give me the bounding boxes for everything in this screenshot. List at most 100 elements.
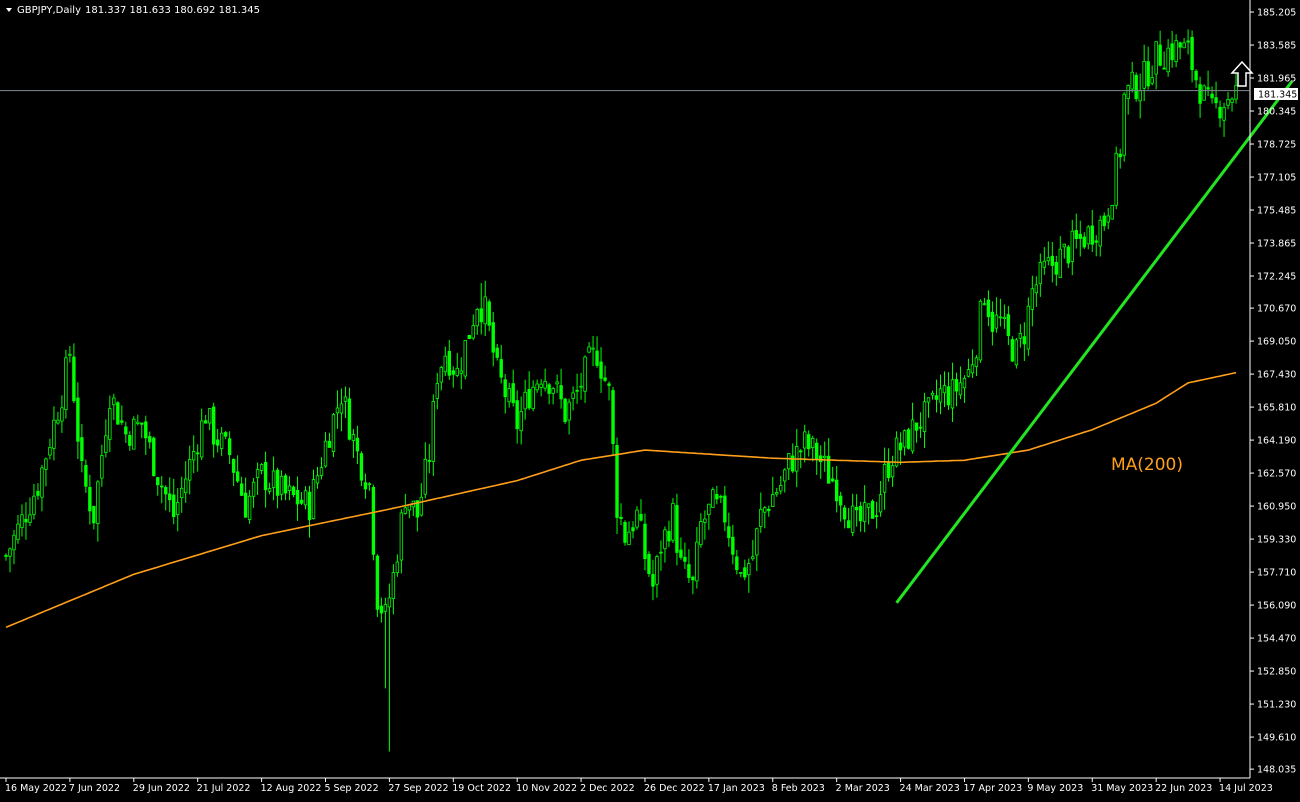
candle-body xyxy=(563,398,567,423)
candle-body xyxy=(663,529,667,550)
candle-body xyxy=(946,386,951,406)
candle-body xyxy=(1014,339,1019,366)
candle-body xyxy=(994,314,999,329)
candle-body xyxy=(355,437,360,452)
candle-body xyxy=(1026,305,1031,350)
candle-body xyxy=(755,528,759,556)
candle-body xyxy=(954,378,959,392)
candle-body xyxy=(1210,93,1214,99)
candle-body xyxy=(1146,61,1150,87)
candle-body xyxy=(463,340,467,377)
candle-body xyxy=(571,392,575,399)
candle-body xyxy=(1126,85,1130,99)
candle-body xyxy=(88,486,92,512)
candle-body xyxy=(822,455,827,459)
candle-body xyxy=(818,455,823,463)
chart-window[interactable]: 185.205 183.585 181.965 180.345 178.725 177.1… xyxy=(0,0,1300,798)
y-tick-label: 185.205 xyxy=(1257,8,1296,19)
candle-body xyxy=(547,384,551,394)
candle-body xyxy=(1198,84,1202,104)
candle-body xyxy=(327,440,332,448)
candle-body xyxy=(311,479,316,519)
candle-body xyxy=(227,438,232,456)
candle-body xyxy=(239,483,244,496)
candle-body xyxy=(719,495,723,498)
candle-body xyxy=(990,311,995,332)
candle-body xyxy=(231,459,236,473)
candle-body xyxy=(647,553,651,574)
candle-body xyxy=(387,597,392,608)
candle-body xyxy=(60,407,64,422)
candle-body xyxy=(379,605,384,614)
candle-body xyxy=(28,514,32,523)
candle-body xyxy=(275,469,280,496)
candle-body xyxy=(1046,257,1051,262)
candle-body xyxy=(1002,316,1007,319)
candle-body xyxy=(160,485,164,488)
candle-body xyxy=(1162,67,1166,70)
candle-body xyxy=(611,390,615,444)
candle-body xyxy=(335,407,340,414)
candle-body xyxy=(479,308,483,323)
current-price-text: 181.345 xyxy=(1258,90,1297,101)
y-tick-label: 149.610 xyxy=(1257,733,1296,744)
candle-body xyxy=(555,381,559,385)
candle-body xyxy=(359,453,364,481)
candle-body xyxy=(1166,47,1170,73)
candle-body xyxy=(40,467,44,498)
candle-body xyxy=(978,300,983,361)
candle-body xyxy=(395,561,400,574)
candle-body xyxy=(44,458,48,470)
candle-body xyxy=(451,370,455,375)
y-tick-label: 151.230 xyxy=(1257,700,1296,711)
y-tick-label: 170.670 xyxy=(1257,304,1296,315)
y-tick-label: 156.090 xyxy=(1257,601,1296,612)
candle-body xyxy=(930,392,935,396)
candle-body xyxy=(691,576,695,581)
candle-body xyxy=(767,508,771,512)
candle-body xyxy=(906,429,911,449)
candle-body xyxy=(707,503,711,516)
candle-body xyxy=(124,426,128,435)
candle-body xyxy=(982,303,987,306)
candle-body xyxy=(24,518,28,523)
candle-body xyxy=(315,475,320,484)
x-tick-label: 21 Jul 2022 xyxy=(197,783,251,794)
y-tick-label: 172.245 xyxy=(1257,272,1296,283)
candle-body xyxy=(850,505,855,533)
candle-body xyxy=(763,507,767,513)
candle-body xyxy=(715,494,719,500)
candle-body xyxy=(659,551,663,554)
x-tick-label: 12 Aug 2022 xyxy=(261,783,322,794)
candle-body xyxy=(431,401,436,462)
candle-body xyxy=(72,356,76,402)
candle-body xyxy=(1218,106,1222,119)
candle-body xyxy=(243,492,248,518)
candle-body xyxy=(1142,61,1146,89)
x-tick-label: 17 Apr 2023 xyxy=(963,783,1022,794)
candle-body xyxy=(1082,236,1086,248)
x-tick-label: 29 Jun 2022 xyxy=(133,783,190,794)
candle-body xyxy=(503,379,507,398)
candle-body xyxy=(579,385,583,388)
candle-body xyxy=(655,556,659,585)
candle-body xyxy=(191,451,196,461)
candle-body xyxy=(295,489,300,505)
candle-body xyxy=(559,385,563,400)
candle-body xyxy=(679,549,683,558)
candle-body xyxy=(527,388,531,409)
candle-body xyxy=(407,504,412,511)
candle-body xyxy=(703,518,707,523)
price-chart[interactable]: 185.205 183.585 181.965 180.345 178.725 177.1… xyxy=(0,0,1300,798)
candle-body xyxy=(779,485,783,492)
candle-body xyxy=(627,531,631,546)
candle-body xyxy=(807,434,811,450)
candle-body xyxy=(467,335,471,340)
x-tick-label: 22 Jun 2023 xyxy=(1155,783,1212,794)
candle-body xyxy=(958,382,963,396)
candle-body xyxy=(487,301,491,326)
candle-body xyxy=(443,355,447,373)
candle-body xyxy=(551,388,555,394)
candle-body xyxy=(351,434,356,441)
x-tick-label: 16 May 2022 xyxy=(5,783,67,794)
